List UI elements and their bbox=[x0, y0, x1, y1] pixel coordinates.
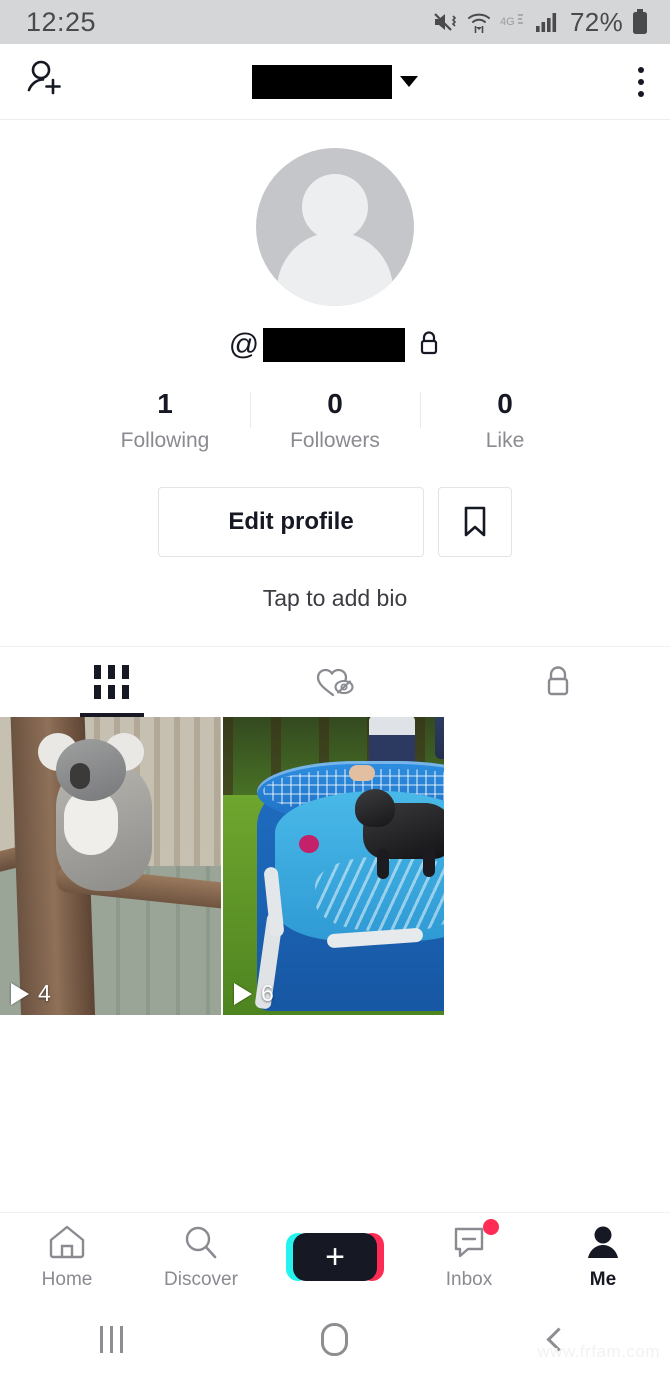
battery-percent: 72% bbox=[570, 6, 623, 37]
nav-label: Me bbox=[589, 1269, 617, 1290]
stat-following[interactable]: 1 Following bbox=[80, 388, 250, 453]
inbox-badge bbox=[483, 1219, 499, 1235]
lock-icon bbox=[548, 666, 569, 696]
video-thumbnail[interactable]: 4 bbox=[0, 717, 221, 1016]
stat-followers[interactable]: 0 Followers bbox=[250, 388, 420, 453]
stat-label: Following bbox=[120, 429, 210, 453]
tab-liked[interactable] bbox=[223, 647, 446, 717]
nav-label: Discover bbox=[164, 1269, 238, 1290]
status-bar: 12:25 4G 72% bbox=[0, 0, 670, 44]
nav-item-inbox[interactable]: Inbox bbox=[409, 1219, 529, 1291]
stat-label: Like bbox=[485, 429, 525, 453]
video-grid: 4 6 bbox=[0, 717, 670, 1016]
stat-value: 1 bbox=[157, 388, 173, 419]
battery-icon bbox=[633, 9, 647, 34]
stat-value: 0 bbox=[327, 388, 343, 419]
edit-profile-button[interactable]: Edit profile bbox=[158, 487, 424, 558]
nav-item-discover[interactable]: Discover bbox=[141, 1222, 261, 1291]
person-icon bbox=[588, 1226, 618, 1258]
view-count-value: 4 bbox=[38, 980, 51, 1007]
mute-vibrate-icon bbox=[434, 13, 457, 31]
stats-row: 1 Following 0 Followers 0 Like bbox=[0, 388, 670, 453]
nav-item-create[interactable]: + bbox=[275, 1232, 395, 1281]
nav-item-home[interactable]: Home bbox=[7, 1222, 127, 1291]
nav-label: Home bbox=[41, 1269, 93, 1290]
profile-actions: Edit profile bbox=[0, 487, 670, 558]
app-header bbox=[0, 44, 670, 120]
video-view-count: 4 bbox=[11, 980, 51, 1007]
nav-item-me[interactable]: Me bbox=[543, 1222, 663, 1291]
wifi-data-icon bbox=[468, 13, 491, 33]
status-time: 12:25 bbox=[26, 6, 97, 37]
koala-thumbnail-image bbox=[0, 717, 221, 1016]
view-count-value: 6 bbox=[261, 980, 274, 1007]
profile-name-dropdown[interactable] bbox=[0, 64, 670, 99]
bookmark-button[interactable] bbox=[438, 487, 512, 558]
create-plus-icon[interactable]: + bbox=[286, 1232, 384, 1281]
android-home-button[interactable] bbox=[275, 1322, 395, 1356]
home-icon bbox=[49, 1225, 85, 1259]
avatar-body bbox=[277, 232, 393, 306]
stat-label: Followers bbox=[290, 429, 380, 453]
stat-likes[interactable]: 0 Like bbox=[420, 388, 590, 453]
add-person-icon[interactable] bbox=[22, 56, 68, 107]
tab-videos[interactable] bbox=[0, 647, 223, 717]
redacted-display-name bbox=[252, 64, 392, 99]
video-view-count: 6 bbox=[234, 980, 274, 1007]
play-icon bbox=[234, 982, 252, 1005]
play-icon bbox=[11, 982, 29, 1005]
lock-icon bbox=[417, 329, 441, 362]
stat-value: 0 bbox=[497, 388, 513, 419]
profile-section: @ 1 Following 0 Followers 0 Like Edit pr… bbox=[0, 120, 670, 612]
status-icons: 4G 72% bbox=[432, 7, 648, 38]
tab-private[interactable] bbox=[447, 647, 670, 717]
at-symbol: @ bbox=[228, 328, 260, 361]
chevron-down-icon bbox=[400, 76, 418, 87]
bio-placeholder[interactable]: Tap to add bio bbox=[0, 585, 670, 612]
grid-icon bbox=[94, 665, 130, 700]
username-row[interactable]: @ bbox=[0, 328, 670, 362]
search-icon bbox=[185, 1226, 217, 1259]
nav-label: Inbox bbox=[445, 1269, 493, 1290]
svg-text:4G: 4G bbox=[500, 16, 515, 28]
video-thumbnail[interactable]: 6 bbox=[223, 717, 444, 1016]
profile-tabs bbox=[0, 646, 670, 717]
recents-icon bbox=[100, 1325, 124, 1353]
empty-content-area bbox=[0, 1015, 670, 1193]
dog-pool-thumbnail-image bbox=[223, 717, 444, 1016]
phone-screen: 12:25 4G 72% @ 1 Following 0 Followers 0… bbox=[0, 0, 670, 1378]
bottom-navigation: Home Discover + Inbox Me bbox=[0, 1212, 670, 1300]
avatar[interactable] bbox=[256, 148, 414, 306]
android-navigation-bar bbox=[0, 1300, 670, 1378]
android-recents-button[interactable] bbox=[52, 1325, 172, 1353]
signal-bars-icon bbox=[536, 13, 557, 32]
avatar-head bbox=[302, 174, 368, 240]
plus-glyph: + bbox=[325, 1237, 345, 1276]
watermark: www.frfam.com bbox=[537, 1342, 660, 1361]
4g-lte-icon: 4G bbox=[500, 14, 524, 28]
heart-hidden-icon bbox=[316, 669, 354, 697]
redacted-username bbox=[263, 328, 406, 362]
home-circle-icon bbox=[321, 1322, 349, 1356]
kebab-menu-icon[interactable] bbox=[638, 66, 644, 97]
bookmark-icon bbox=[464, 506, 486, 537]
